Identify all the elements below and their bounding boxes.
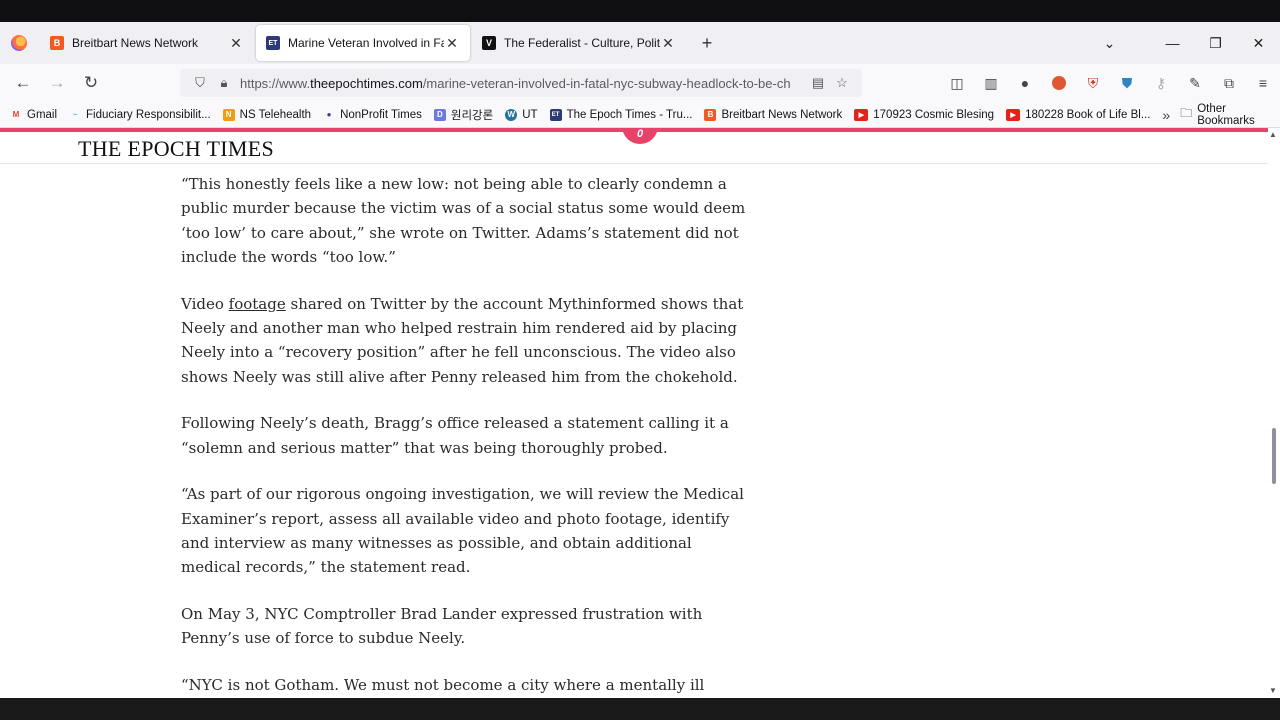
- bookmark-epoch-times[interactable]: ET The Epoch Times - Tru...: [549, 108, 693, 121]
- forward-button[interactable]: →: [40, 73, 74, 93]
- tracking-protection-shield-icon[interactable]: ⛉: [188, 75, 212, 91]
- article-paragraph: “This honestly feels like a new low: not…: [181, 175, 746, 266]
- minimize-button[interactable]: —: [1151, 35, 1194, 51]
- breitbart-icon: B: [704, 108, 717, 121]
- fiduciary-icon: ~: [72, 110, 78, 119]
- bookmark-label: Breitbart News Network: [721, 108, 843, 121]
- tab-title: Breitbart News Network: [72, 36, 199, 50]
- paragraph-text: Video: [181, 294, 229, 313]
- ns-telehealth-icon: N: [222, 108, 235, 121]
- list-all-tabs-icon[interactable]: ⌄: [1088, 35, 1131, 52]
- gmail-icon: M: [12, 110, 20, 119]
- close-tab-icon[interactable]: ✕: [228, 35, 244, 52]
- bookmark-book-of-life[interactable]: ▶ 180228 Book of Life Bl...: [1006, 108, 1151, 121]
- korean-site-icon: D: [433, 108, 446, 121]
- tab-epoch-times[interactable]: ET Marine Veteran Involved in Fatal ✕: [256, 25, 470, 61]
- nonprofit-times-icon: ●: [326, 110, 332, 119]
- screen-bottom-bar: [0, 698, 1280, 720]
- bookmark-label: 원리강론: [450, 109, 494, 122]
- privacy-badger-icon[interactable]: ⛊: [1110, 70, 1144, 96]
- close-tab-icon[interactable]: ✕: [444, 35, 460, 52]
- screen-top-bar: [0, 0, 1280, 22]
- tab-strip: B Breitbart News Network ✕ ET Marine Vet…: [0, 22, 1280, 64]
- back-button[interactable]: ←: [6, 73, 40, 93]
- extension-toolbar: ◫ ▥ ● ⛨ ⛊ ⚷ ✎ ⧉ ≡: [940, 70, 1280, 96]
- epoch-times-icon: ET: [549, 108, 562, 121]
- article-body: “This honestly feels like a new low: not…: [181, 172, 751, 698]
- ublock-icon[interactable]: ⛨: [1076, 70, 1110, 96]
- article-paragraph: “NYC is not Gotham. We must not become a…: [181, 676, 705, 695]
- bookmark-ns-telehealth[interactable]: N NS Telehealth: [222, 108, 312, 121]
- bookmark-label: Gmail: [27, 108, 58, 121]
- url-text[interactable]: https://www.theepochtimes.com/marine-vet…: [240, 76, 806, 91]
- article-paragraph: On May 3, NYC Comptroller Brad Lander ex…: [181, 605, 703, 648]
- bookmark-label: NS Telehealth: [239, 108, 312, 121]
- footage-link[interactable]: footage: [229, 295, 286, 313]
- bookmark-label: 180228 Book of Life Bl...: [1025, 108, 1151, 121]
- epoch-times-favicon-icon: ET: [266, 36, 280, 50]
- federalist-favicon-icon: V: [482, 36, 496, 50]
- bookmark-star-icon[interactable]: ☆: [830, 75, 854, 91]
- web-page: THE EPOCH TIMES 0 “This honestly feels l…: [0, 128, 1268, 698]
- bookmark-label: The Epoch Times - Tru...: [566, 108, 693, 121]
- bookmark-fiduciary[interactable]: ~ Fiduciary Responsibilit...: [69, 109, 211, 121]
- navigation-toolbar: ← → ↻ ⛉ 🔒︎ https://www.theepochtimes.com…: [0, 64, 1280, 102]
- youtube-icon: ▶: [854, 108, 869, 121]
- other-bookmarks-label: Other Bookmarks: [1197, 102, 1255, 127]
- account-icon[interactable]: ●: [1008, 70, 1042, 96]
- bookmark-cosmic-blesing[interactable]: ▶ 170923 Cosmic Blesing: [854, 108, 995, 121]
- firefox-menu-icon[interactable]: [0, 22, 38, 64]
- tab-title: Marine Veteran Involved in Fatal: [288, 36, 444, 50]
- bookmark-label: NonProfit Times: [340, 108, 422, 121]
- youtube-icon: ▶: [1006, 108, 1021, 121]
- bookmarks-overflow-icon[interactable]: »: [1162, 107, 1170, 123]
- bookmark-breitbart[interactable]: B Breitbart News Network: [704, 108, 843, 121]
- page-scrollbar[interactable]: ▲ ▼: [1268, 128, 1280, 698]
- article-paragraph: Video footage shared on Twitter by the a…: [181, 292, 751, 389]
- tab-breitbart[interactable]: B Breitbart News Network ✕: [40, 25, 254, 61]
- bookmark-label: Fiduciary Responsibilit...: [86, 108, 211, 121]
- scroll-down-icon[interactable]: ▼: [1269, 686, 1277, 695]
- epoch-times-logo[interactable]: THE EPOCH TIMES: [78, 136, 274, 162]
- bookmark-korean[interactable]: D 원리강론: [433, 107, 494, 123]
- article-paragraph: Following Neely’s death, Bragg’s office …: [181, 414, 729, 457]
- breitbart-favicon-icon: B: [50, 36, 64, 50]
- new-tab-button[interactable]: +: [692, 33, 722, 54]
- close-tab-icon[interactable]: ✕: [660, 35, 676, 52]
- bookmark-gmail[interactable]: M Gmail: [10, 109, 57, 121]
- scrollbar-thumb[interactable]: [1272, 428, 1276, 484]
- pocket-icon[interactable]: ◫: [940, 70, 974, 96]
- url-bar[interactable]: ⛉ 🔒︎ https://www.theepochtimes.com/marin…: [180, 69, 862, 97]
- restore-button[interactable]: ❐: [1194, 35, 1237, 52]
- other-bookmarks[interactable]: 🗀︎ Other Bookmarks: [1180, 103, 1268, 127]
- bookmarks-toolbar: M Gmail ~ Fiduciary Responsibilit... N NS T…: [0, 102, 1280, 128]
- article-paragraph: “As part of our rigorous ongoing investi…: [181, 485, 744, 577]
- reader-view-icon[interactable]: ▤: [806, 75, 830, 91]
- wordpress-icon: W: [505, 108, 518, 121]
- reload-button[interactable]: ↻: [74, 73, 108, 93]
- bookmark-label: UT: [522, 108, 538, 121]
- tab-federalist[interactable]: V The Federalist - Culture, Politics ✕: [472, 25, 686, 61]
- bookmark-label: 170923 Cosmic Blesing: [873, 108, 995, 121]
- folder-icon: 🗀︎: [1180, 106, 1193, 120]
- close-window-button[interactable]: ✕: [1237, 35, 1280, 52]
- sidebar-icon[interactable]: ▥: [974, 70, 1008, 96]
- tab-title: The Federalist - Culture, Politics: [504, 36, 660, 50]
- duckduckgo-icon[interactable]: [1042, 70, 1076, 96]
- extensions-puzzle-icon[interactable]: ⧉: [1212, 70, 1246, 96]
- scroll-up-icon[interactable]: ▲: [1269, 130, 1277, 139]
- app-menu-icon[interactable]: ≡: [1246, 70, 1280, 96]
- lock-icon[interactable]: 🔒︎: [212, 75, 236, 91]
- feather-icon[interactable]: ✎: [1178, 70, 1212, 96]
- bookmark-ut[interactable]: W UT: [505, 108, 538, 121]
- key-icon[interactable]: ⚷: [1144, 70, 1178, 96]
- bookmark-nonprofit-times[interactable]: ● NonProfit Times: [323, 109, 422, 121]
